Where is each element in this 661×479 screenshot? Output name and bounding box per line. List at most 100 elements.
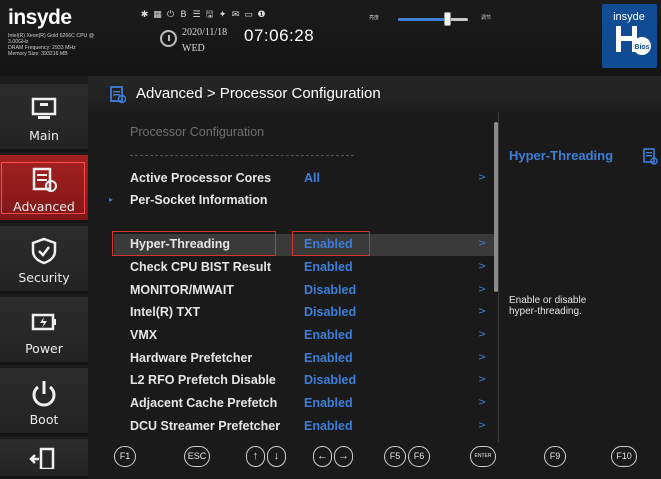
mail-icon[interactable]: ✉: [230, 10, 241, 21]
power-icon[interactable]: ⏻: [165, 10, 176, 21]
shield-icon: [31, 237, 57, 265]
date-display: 2020/11/18: [182, 27, 228, 38]
setting-value[interactable]: Enabled: [304, 351, 353, 365]
f5-key[interactable]: F5: [384, 446, 406, 467]
submenu-bullet-icon: ▸: [109, 195, 114, 204]
nav-item-power[interactable]: Power: [0, 297, 88, 365]
setting-value[interactable]: Enabled: [304, 396, 353, 410]
setting-value[interactable]: Disabled: [304, 305, 356, 319]
setting-label: Active Processor Cores: [130, 171, 272, 185]
left-arrow-key[interactable]: ←: [313, 446, 332, 467]
day-display: WED: [182, 43, 205, 54]
nav-label: Security: [18, 270, 70, 285]
brightness-slider-thumb[interactable]: [444, 12, 451, 26]
exit-icon: [29, 447, 55, 469]
setting-row-active-processor-cores[interactable]: Active Processor Cores All >: [114, 168, 494, 190]
f6-key[interactable]: F6: [408, 446, 430, 467]
time-display: 07:06:28: [244, 26, 315, 45]
list-icon[interactable]: ☰: [191, 10, 202, 21]
brightness-slider-fill: [398, 18, 447, 21]
value-highlight: [292, 231, 370, 256]
insyde-logo: insyde: [8, 6, 72, 29]
setting-value[interactable]: Disabled: [304, 283, 356, 297]
label-highlight: [112, 231, 276, 256]
monitor-icon: [31, 97, 57, 119]
battery-icon: [31, 313, 56, 331]
svg-text:insyde: insyde: [613, 11, 645, 23]
up-arrow-key[interactable]: ↑: [246, 446, 265, 467]
clock-icon: [160, 30, 177, 47]
nav-label: Power: [25, 341, 63, 356]
setting-row-dcu-streamer-prefetcher[interactable]: DCU Streamer Prefetcher Enabled >: [114, 416, 494, 438]
nav-item-advanced[interactable]: Advanced: [0, 155, 88, 223]
save-icon[interactable]: 🖫: [204, 10, 215, 21]
chevron-right-icon: >: [478, 261, 487, 272]
setting-row-per-socket-information[interactable]: ▸ Per-Socket Information: [109, 190, 494, 212]
breadcrumb: Advanced > Processor Configuration: [136, 85, 381, 102]
monitor-icon[interactable]: ▭: [243, 10, 254, 21]
setting-label: Adjacent Cache Prefetch: [130, 396, 278, 410]
f1-key[interactable]: F1: [114, 446, 136, 467]
system-info: Intel(R) Xeon(R) Gold 6266C CPU @ 3.00GH…: [8, 33, 94, 57]
nav-label: Main: [29, 128, 59, 143]
chevron-right-icon: >: [478, 172, 487, 183]
info-icon[interactable]: ❶: [256, 10, 267, 21]
nav-item-exit[interactable]: [0, 439, 88, 479]
setting-row-check-cpu-bist-result[interactable]: Check CPU BIST Result Enabled >: [114, 257, 494, 279]
setting-row-monitor-mwait[interactable]: MONITOR/MWAIT Disabled >: [114, 280, 494, 302]
enter-key[interactable]: ENTER: [470, 446, 496, 467]
memory-size: Memory Size: 393216 MB: [8, 51, 68, 57]
help-text: Enable or disable hyper-threading.: [509, 295, 654, 317]
setting-value[interactable]: Enabled: [304, 419, 353, 433]
chevron-right-icon: >: [478, 374, 487, 385]
section-title: Processor Configuration: [130, 125, 265, 139]
f9-key[interactable]: F9: [544, 446, 566, 467]
selection-highlight: [1, 162, 85, 214]
down-arrow-key[interactable]: ↓: [267, 446, 286, 467]
setting-label: Hardware Prefetcher: [130, 351, 253, 365]
help-text-line: Enable or disable: [509, 295, 587, 306]
setting-row-intel-txt[interactable]: Intel(R) TXT Disabled >: [114, 302, 494, 324]
chevron-right-icon: >: [478, 329, 487, 340]
chevron-right-icon: >: [478, 420, 487, 431]
setting-value[interactable]: Enabled: [304, 260, 353, 274]
pin-icon[interactable]: ✱: [139, 10, 150, 21]
setting-row-hardware-prefetcher[interactable]: Hardware Prefetcher Enabled >: [114, 348, 494, 370]
chevron-right-icon: >: [478, 352, 487, 363]
nav-label: Boot: [29, 412, 59, 427]
setting-value[interactable]: All: [304, 171, 320, 185]
setting-label: Intel(R) TXT: [130, 305, 201, 319]
help-title: Hyper-Threading: [509, 148, 614, 163]
gear-icon[interactable]: ✦: [217, 10, 228, 21]
setting-row-l2-rfo-prefetch-disable[interactable]: L2 RFO Prefetch Disable Disabled >: [114, 370, 494, 392]
setting-row-vmx[interactable]: VMX Enabled >: [114, 325, 494, 347]
help-text-line: hyper-threading.: [509, 306, 582, 317]
setting-label: L2 RFO Prefetch Disable: [130, 373, 276, 387]
setting-value[interactable]: Enabled: [304, 328, 353, 342]
adjust-label: 调节: [481, 15, 492, 21]
setting-label: DCU Streamer Prefetcher: [130, 419, 281, 433]
setting-label: Per-Socket Information: [130, 193, 268, 207]
insyde-bios-logo: insyde Bios: [602, 4, 657, 68]
setting-label: VMX: [130, 328, 158, 342]
grid-icon[interactable]: ▦: [152, 10, 163, 21]
nav-item-security[interactable]: Security: [0, 226, 88, 294]
right-arrow-key[interactable]: →: [334, 446, 353, 467]
nav-item-main[interactable]: Main: [0, 84, 88, 152]
key-legend-bar: F1 ESC ↑ ↓ ← → F5 F6 ENTER F9 F10: [88, 442, 661, 468]
b-icon[interactable]: B: [178, 10, 189, 21]
left-nav: Main Advanced Security Power Boot: [0, 76, 88, 479]
setting-label: Check CPU BIST Result: [130, 260, 272, 274]
setting-label: MONITOR/MWAIT: [130, 283, 234, 297]
settings-panel: Processor Configuration Active Processor…: [88, 112, 498, 442]
chevron-right-icon: >: [478, 306, 487, 317]
setting-value[interactable]: Disabled: [304, 373, 356, 387]
esc-key[interactable]: ESC: [184, 446, 210, 467]
section-divider: [130, 155, 354, 156]
top-bar: insyde Intel(R) Xeon(R) Gold 6266C CPU @…: [0, 0, 661, 77]
chevron-right-icon: >: [478, 284, 487, 295]
setting-row-adjacent-cache-prefetch[interactable]: Adjacent Cache Prefetch Enabled >: [114, 393, 494, 415]
chevron-right-icon: >: [478, 397, 487, 408]
f10-key[interactable]: F10: [611, 446, 637, 467]
nav-item-boot[interactable]: Boot: [0, 368, 88, 436]
